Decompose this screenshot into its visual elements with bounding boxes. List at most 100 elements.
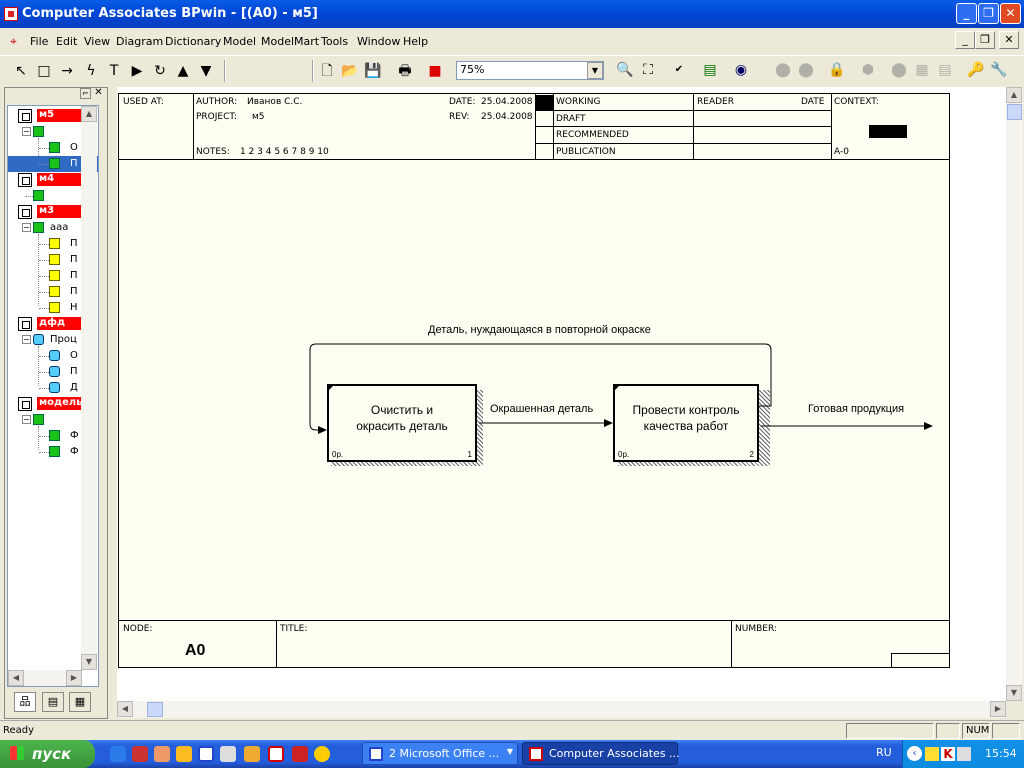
taskbar-item-office[interactable]: 2 Microsoft Office ... ▼ bbox=[362, 742, 518, 765]
tray-app-icon[interactable] bbox=[925, 747, 939, 761]
model-explorer-icon[interactable]: ▤ bbox=[699, 59, 721, 81]
scroll-down-icon[interactable]: ▼ bbox=[81, 654, 97, 670]
windows-logo-icon bbox=[10, 746, 24, 760]
kaspersky-icon[interactable]: K bbox=[941, 747, 955, 761]
scroll-right-icon[interactable]: ▶ bbox=[990, 701, 1006, 717]
menu-modelmart[interactable]: ModelMart bbox=[261, 35, 319, 48]
collapse-icon[interactable]: − bbox=[22, 335, 31, 344]
tree-horizontal-scrollbar[interactable]: ◀ ▶ bbox=[8, 670, 82, 686]
idef0-diagram-sheet[interactable]: USED AT: AUTHOR: Иванов С.С. PROJECT: м5… bbox=[118, 93, 950, 668]
scroll-right-icon[interactable]: ▶ bbox=[66, 670, 82, 686]
start-button[interactable]: пуск bbox=[0, 740, 95, 768]
close-button[interactable]: ✕ bbox=[1000, 3, 1021, 24]
bpwin-app-icon[interactable] bbox=[4, 7, 18, 21]
objects-tab-icon[interactable]: ▦ bbox=[69, 692, 91, 712]
squiggle-tool-icon[interactable]: ϟ bbox=[80, 60, 102, 82]
toolbar-separator bbox=[224, 60, 226, 82]
menu-window[interactable]: Window bbox=[357, 35, 400, 48]
save-icon[interactable]: 💾 bbox=[362, 60, 384, 82]
explorer-close-icon[interactable]: ✕ bbox=[93, 88, 104, 99]
arrow-tool-icon[interactable]: → bbox=[56, 60, 78, 82]
feedback-arrow-label[interactable]: Деталь, нуждающаяся в повторной окраске bbox=[428, 324, 651, 336]
menu-diagram[interactable]: Diagram bbox=[116, 35, 163, 48]
up-tool-icon[interactable]: ▲ bbox=[172, 60, 194, 82]
color-icon[interactable]: ■ bbox=[424, 60, 446, 82]
security-icon[interactable]: 🔑 bbox=[965, 59, 987, 81]
scroll-up-icon[interactable]: ▲ bbox=[81, 106, 97, 122]
new-icon[interactable]: 🗋 bbox=[316, 60, 338, 82]
lock-icon: 🔒 bbox=[828, 62, 846, 78]
quicklaunch-app-icon[interactable] bbox=[132, 746, 148, 762]
menu-dictionary[interactable]: Dictionary bbox=[165, 35, 221, 48]
toolbar-separator bbox=[312, 60, 314, 82]
quicklaunch-app-icon[interactable] bbox=[220, 746, 236, 762]
print-icon[interactable]: 🖶 bbox=[394, 60, 416, 82]
middle-arrow-label[interactable]: Окрашенная деталь bbox=[490, 403, 593, 415]
network-icon[interactable] bbox=[957, 747, 971, 761]
taskbar-item-label: Computer Associates ... bbox=[549, 747, 680, 760]
undo-tool-icon[interactable]: ↻ bbox=[149, 60, 171, 82]
taskbar-item-bpwin[interactable]: Computer Associates ... bbox=[522, 742, 680, 765]
ie-icon[interactable] bbox=[110, 746, 126, 762]
scroll-thumb[interactable] bbox=[147, 702, 163, 717]
canvas-horizontal-scrollbar[interactable]: ◀ ▶ bbox=[117, 701, 1006, 718]
menu-tools[interactable]: Tools bbox=[321, 35, 348, 48]
menu-edit[interactable]: Edit bbox=[56, 35, 77, 48]
collapse-icon[interactable]: − bbox=[22, 415, 31, 424]
quicklaunch-app-icon[interactable] bbox=[244, 746, 260, 762]
pointer-tool-icon[interactable]: ↖ bbox=[10, 60, 32, 82]
activities-tab-icon[interactable]: 品 bbox=[14, 692, 36, 712]
tree-vertical-scrollbar[interactable]: ▲ ▼ bbox=[81, 106, 97, 670]
box-tool-icon[interactable]: □ bbox=[33, 60, 55, 82]
dfd-icon bbox=[49, 302, 60, 313]
menu-file[interactable]: File bbox=[30, 35, 48, 48]
zoom-select[interactable]: 75% bbox=[456, 61, 604, 80]
diagrams-tab-icon[interactable]: ▤ bbox=[42, 692, 64, 712]
explorer-dock-icon[interactable]: ⌐ bbox=[80, 88, 91, 99]
quicklaunch-app-icon[interactable] bbox=[176, 746, 192, 762]
minimize-button[interactable]: _ bbox=[956, 3, 977, 24]
maximize-button[interactable]: ❐ bbox=[978, 3, 999, 24]
num-lock-indicator: NUM bbox=[962, 723, 990, 739]
quicklaunch-app-icon[interactable] bbox=[154, 746, 170, 762]
word-icon[interactable] bbox=[198, 746, 214, 762]
taskbar-item-label: 2 Microsoft Office ... bbox=[389, 747, 500, 760]
status-text: Ready bbox=[3, 725, 35, 736]
node-label: NODE: bbox=[123, 624, 153, 634]
middle-arrowhead-icon bbox=[604, 419, 613, 427]
arrows-layer bbox=[309, 343, 933, 434]
mm-connect-icon: ⬤ bbox=[775, 62, 791, 78]
down-tool-icon[interactable]: ▼ bbox=[195, 60, 217, 82]
language-indicator[interactable]: RU bbox=[876, 746, 892, 759]
tray-expand-icon[interactable]: ‹ bbox=[907, 746, 922, 761]
text-tool-icon[interactable]: T bbox=[103, 60, 125, 82]
decompose-tool-icon[interactable]: ▶ bbox=[126, 60, 148, 82]
collapse-icon[interactable]: − bbox=[22, 127, 31, 136]
activity-icon bbox=[33, 126, 44, 137]
scroll-left-icon[interactable]: ◀ bbox=[117, 701, 133, 717]
spell-check-icon[interactable]: ✔ bbox=[668, 59, 690, 81]
bpwin-quicklaunch-icon[interactable] bbox=[268, 746, 284, 762]
open-folder-icon[interactable]: 📂 bbox=[339, 60, 361, 82]
output-arrow-label[interactable]: Готовая продукция bbox=[808, 403, 904, 415]
mdi-close-button[interactable]: ✕ bbox=[999, 31, 1019, 49]
menu-bar: ⌖ File Edit View Diagram Dictionary Mode… bbox=[0, 30, 1024, 52]
mdi-restore-button[interactable]: ❐ bbox=[975, 31, 995, 49]
media-icon[interactable] bbox=[314, 746, 330, 762]
zoom-dropdown-arrow-icon[interactable]: ▼ bbox=[587, 62, 603, 79]
scroll-down-icon[interactable]: ▼ bbox=[1006, 685, 1022, 701]
menu-model[interactable]: Model bbox=[223, 35, 256, 48]
zoom-fit-icon[interactable]: ⛶ bbox=[637, 59, 659, 81]
quicklaunch-app-icon[interactable] bbox=[292, 746, 308, 762]
scroll-thumb[interactable] bbox=[1007, 104, 1022, 120]
canvas-vertical-scrollbar[interactable]: ▲ ▼ bbox=[1006, 87, 1023, 701]
scroll-left-icon[interactable]: ◀ bbox=[8, 670, 24, 686]
modelmart-icon[interactable]: ◉ bbox=[730, 59, 752, 81]
collapse-icon[interactable]: − bbox=[22, 223, 31, 232]
menu-view[interactable]: View bbox=[84, 35, 110, 48]
zoom-in-icon[interactable]: 🔍 bbox=[614, 59, 636, 81]
document-icon[interactable]: ⌖ bbox=[10, 34, 17, 49]
mdi-minimize-button[interactable]: _ bbox=[955, 31, 975, 49]
scroll-up-icon[interactable]: ▲ bbox=[1006, 87, 1022, 103]
menu-help[interactable]: Help bbox=[403, 35, 428, 48]
